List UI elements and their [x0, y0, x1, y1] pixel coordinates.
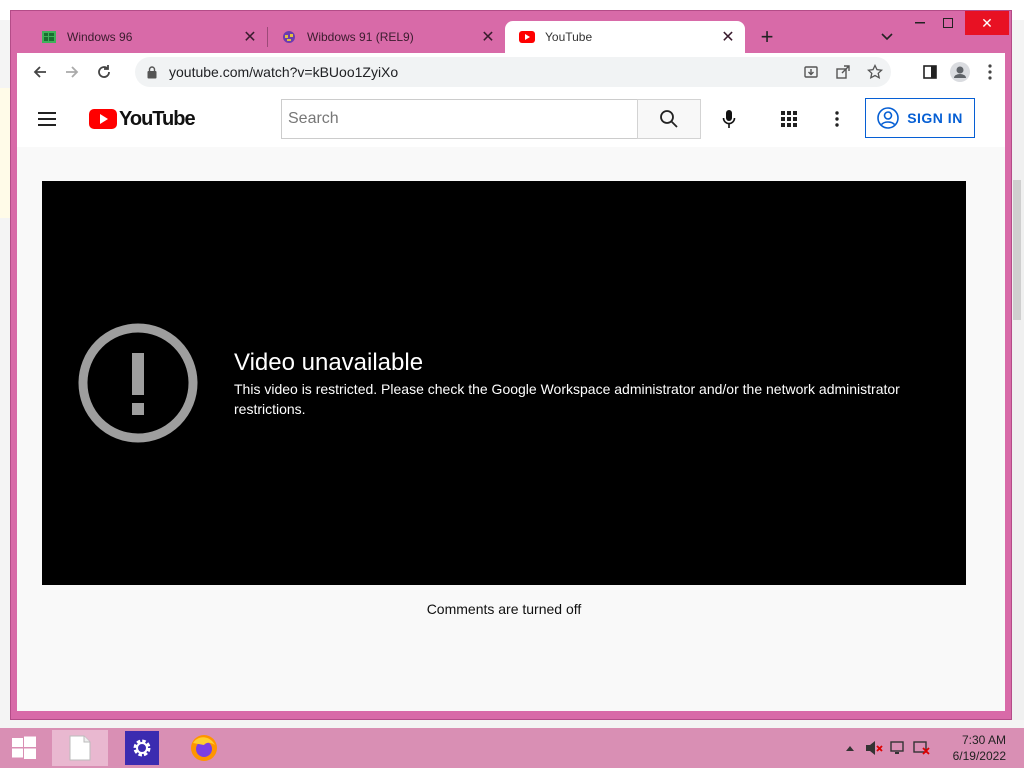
youtube-logo[interactable]: YouTube	[89, 107, 196, 131]
forward-button[interactable]	[57, 57, 87, 87]
tab-strip: Windows 96 ✕ Wibdows 91 (REL9) ✕ YouTube…	[11, 11, 1011, 53]
close-window-button[interactable]: ✕	[965, 11, 1009, 35]
close-tab-icon[interactable]: ✕	[241, 28, 259, 46]
search-icon	[660, 110, 678, 128]
clock[interactable]: 7:30 AM 6/19/2022	[934, 732, 1024, 764]
browser-menu-icon[interactable]	[975, 57, 1005, 87]
firefox-icon	[191, 735, 217, 761]
profile-avatar-icon[interactable]	[945, 57, 975, 87]
windows96-icon	[41, 29, 57, 45]
back-button[interactable]	[25, 57, 55, 87]
action-center-alert-icon[interactable]	[910, 736, 934, 760]
clock-time: 7:30 AM	[961, 733, 1006, 747]
hamburger-menu-icon[interactable]	[35, 107, 59, 131]
reload-button[interactable]	[89, 57, 119, 87]
apps-grid-icon	[781, 111, 797, 127]
microphone-icon	[722, 110, 736, 128]
settings-more-button[interactable]	[823, 105, 851, 133]
show-hidden-icons-icon[interactable]	[838, 736, 862, 760]
sign-in-button[interactable]: SIGN IN	[865, 98, 975, 138]
side-panel-icon[interactable]	[915, 57, 945, 87]
more-vert-icon	[835, 111, 839, 127]
wibdows91-icon	[281, 29, 297, 45]
scrollbar-thumb[interactable]	[1013, 180, 1021, 320]
browser-toolbar: youtube.com/watch?v=kBUoo1ZyiXo	[17, 53, 1005, 91]
youtube-header: YouTube Search SIGN IN	[17, 91, 1005, 147]
network-icon[interactable]	[886, 736, 910, 760]
maximize-button[interactable]	[931, 11, 965, 35]
page-content: YouTube Search SIGN IN Video unavailable…	[17, 91, 1005, 711]
taskbar: 7:30 AM 6/19/2022	[0, 728, 1024, 768]
tab-title: Wibdows 91 (REL9)	[307, 30, 414, 44]
error-message: This video is restricted. Please check t…	[234, 381, 900, 417]
taskbar-app-firefox[interactable]	[176, 730, 232, 766]
account-circle-icon	[877, 107, 899, 129]
close-tab-icon[interactable]: ✕	[479, 28, 497, 46]
tab-youtube[interactable]: YouTube ✕	[505, 21, 745, 53]
tab-wibdows91[interactable]: Wibdows 91 (REL9) ✕	[267, 21, 505, 53]
video-player[interactable]: Video unavailable This video is restrict…	[42, 181, 966, 585]
apps-grid-button[interactable]	[775, 105, 803, 133]
youtube-wordmark: YouTube	[119, 107, 196, 130]
comments-status: Comments are turned off	[426, 601, 582, 617]
error-title: Video unavailable	[234, 349, 424, 376]
background-scrollbar[interactable]	[1010, 80, 1024, 720]
file-icon	[69, 735, 91, 761]
close-tab-icon[interactable]: ✕	[719, 28, 737, 46]
taskbar-app-files[interactable]	[52, 730, 108, 766]
tab-title: Windows 96	[67, 30, 133, 44]
youtube-play-icon	[89, 109, 117, 129]
new-tab-button[interactable]: +	[755, 24, 779, 49]
bookmark-star-icon[interactable]	[859, 57, 891, 87]
tab-windows96[interactable]: Windows 96 ✕	[27, 21, 267, 53]
alert-icon	[78, 323, 198, 443]
share-icon[interactable]	[827, 57, 859, 87]
address-bar[interactable]: youtube.com/watch?v=kBUoo1ZyiXo	[135, 57, 891, 87]
youtube-icon	[519, 29, 535, 45]
gear-icon	[133, 739, 151, 757]
search-button[interactable]	[637, 99, 701, 139]
system-tray: 7:30 AM 6/19/2022	[838, 728, 1024, 768]
clock-date: 6/19/2022	[952, 749, 1006, 763]
start-button[interactable]	[0, 728, 48, 768]
volume-muted-icon[interactable]	[862, 736, 886, 760]
taskbar-app-settings[interactable]	[114, 730, 170, 766]
windows-logo-icon	[12, 736, 36, 759]
url-text[interactable]: youtube.com/watch?v=kBUoo1ZyiXo	[169, 64, 795, 80]
voice-search-button[interactable]	[715, 105, 743, 133]
lock-icon[interactable]	[145, 65, 159, 79]
install-icon[interactable]	[795, 57, 827, 87]
sign-in-label: SIGN IN	[907, 110, 963, 126]
browser-window: Windows 96 ✕ Wibdows 91 (REL9) ✕ YouTube…	[10, 10, 1012, 720]
search-input[interactable]: Search	[281, 99, 637, 139]
tab-search-button[interactable]	[875, 25, 899, 49]
tab-title: YouTube	[545, 30, 593, 44]
